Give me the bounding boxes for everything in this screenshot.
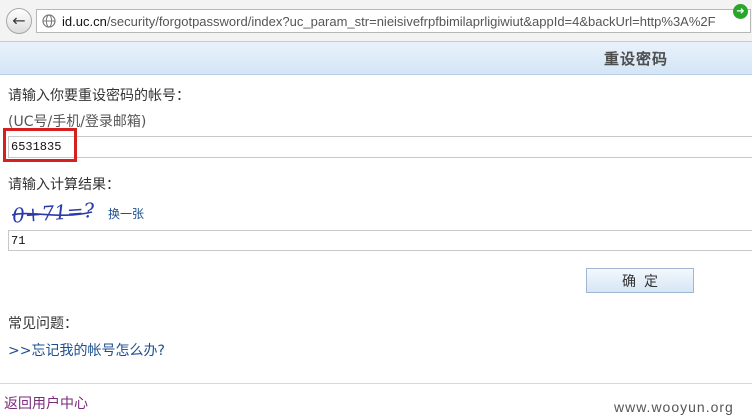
- highlight-annotation: [3, 128, 77, 162]
- url-text: id.uc.cn/security/forgotpassword/index?u…: [62, 14, 716, 29]
- forgot-account-link[interactable]: >>忘记我的帐号怎么办?: [8, 340, 165, 360]
- captcha-label: 请输入计算结果：: [8, 177, 120, 193]
- watermark: www.wooyun.org: [614, 399, 734, 415]
- divider: [0, 383, 752, 384]
- faq-title: 常见问题：: [8, 316, 78, 332]
- browser-address-bar: ← id.uc.cn/security/forgotpassword/index…: [0, 0, 752, 42]
- captcha-text: 0+71=?: [11, 198, 94, 228]
- back-arrow-icon[interactable]: ←: [6, 8, 32, 34]
- page-header: 重设密码: [0, 42, 752, 75]
- globe-icon: [42, 14, 56, 28]
- refresh-captcha-link[interactable]: 换一张: [108, 205, 144, 222]
- account-input[interactable]: 6531835: [8, 136, 752, 158]
- captcha-answer-input[interactable]: 71: [8, 230, 752, 251]
- captcha-image: 0+71=?: [11, 198, 94, 228]
- go-arrow-icon[interactable]: ➜: [733, 4, 748, 19]
- confirm-button[interactable]: 确定: [586, 268, 694, 293]
- back-to-user-center-link[interactable]: 返回用户中心: [4, 393, 88, 413]
- page-title: 重设密码: [604, 50, 669, 68]
- url-field[interactable]: id.uc.cn/security/forgotpassword/index?u…: [36, 9, 751, 33]
- account-label: 请输入你要重设密码的帐号：: [8, 88, 190, 104]
- url-path: /security/forgotpassword/index?uc_param_…: [106, 13, 716, 29]
- url-host: id.uc.cn: [62, 13, 107, 29]
